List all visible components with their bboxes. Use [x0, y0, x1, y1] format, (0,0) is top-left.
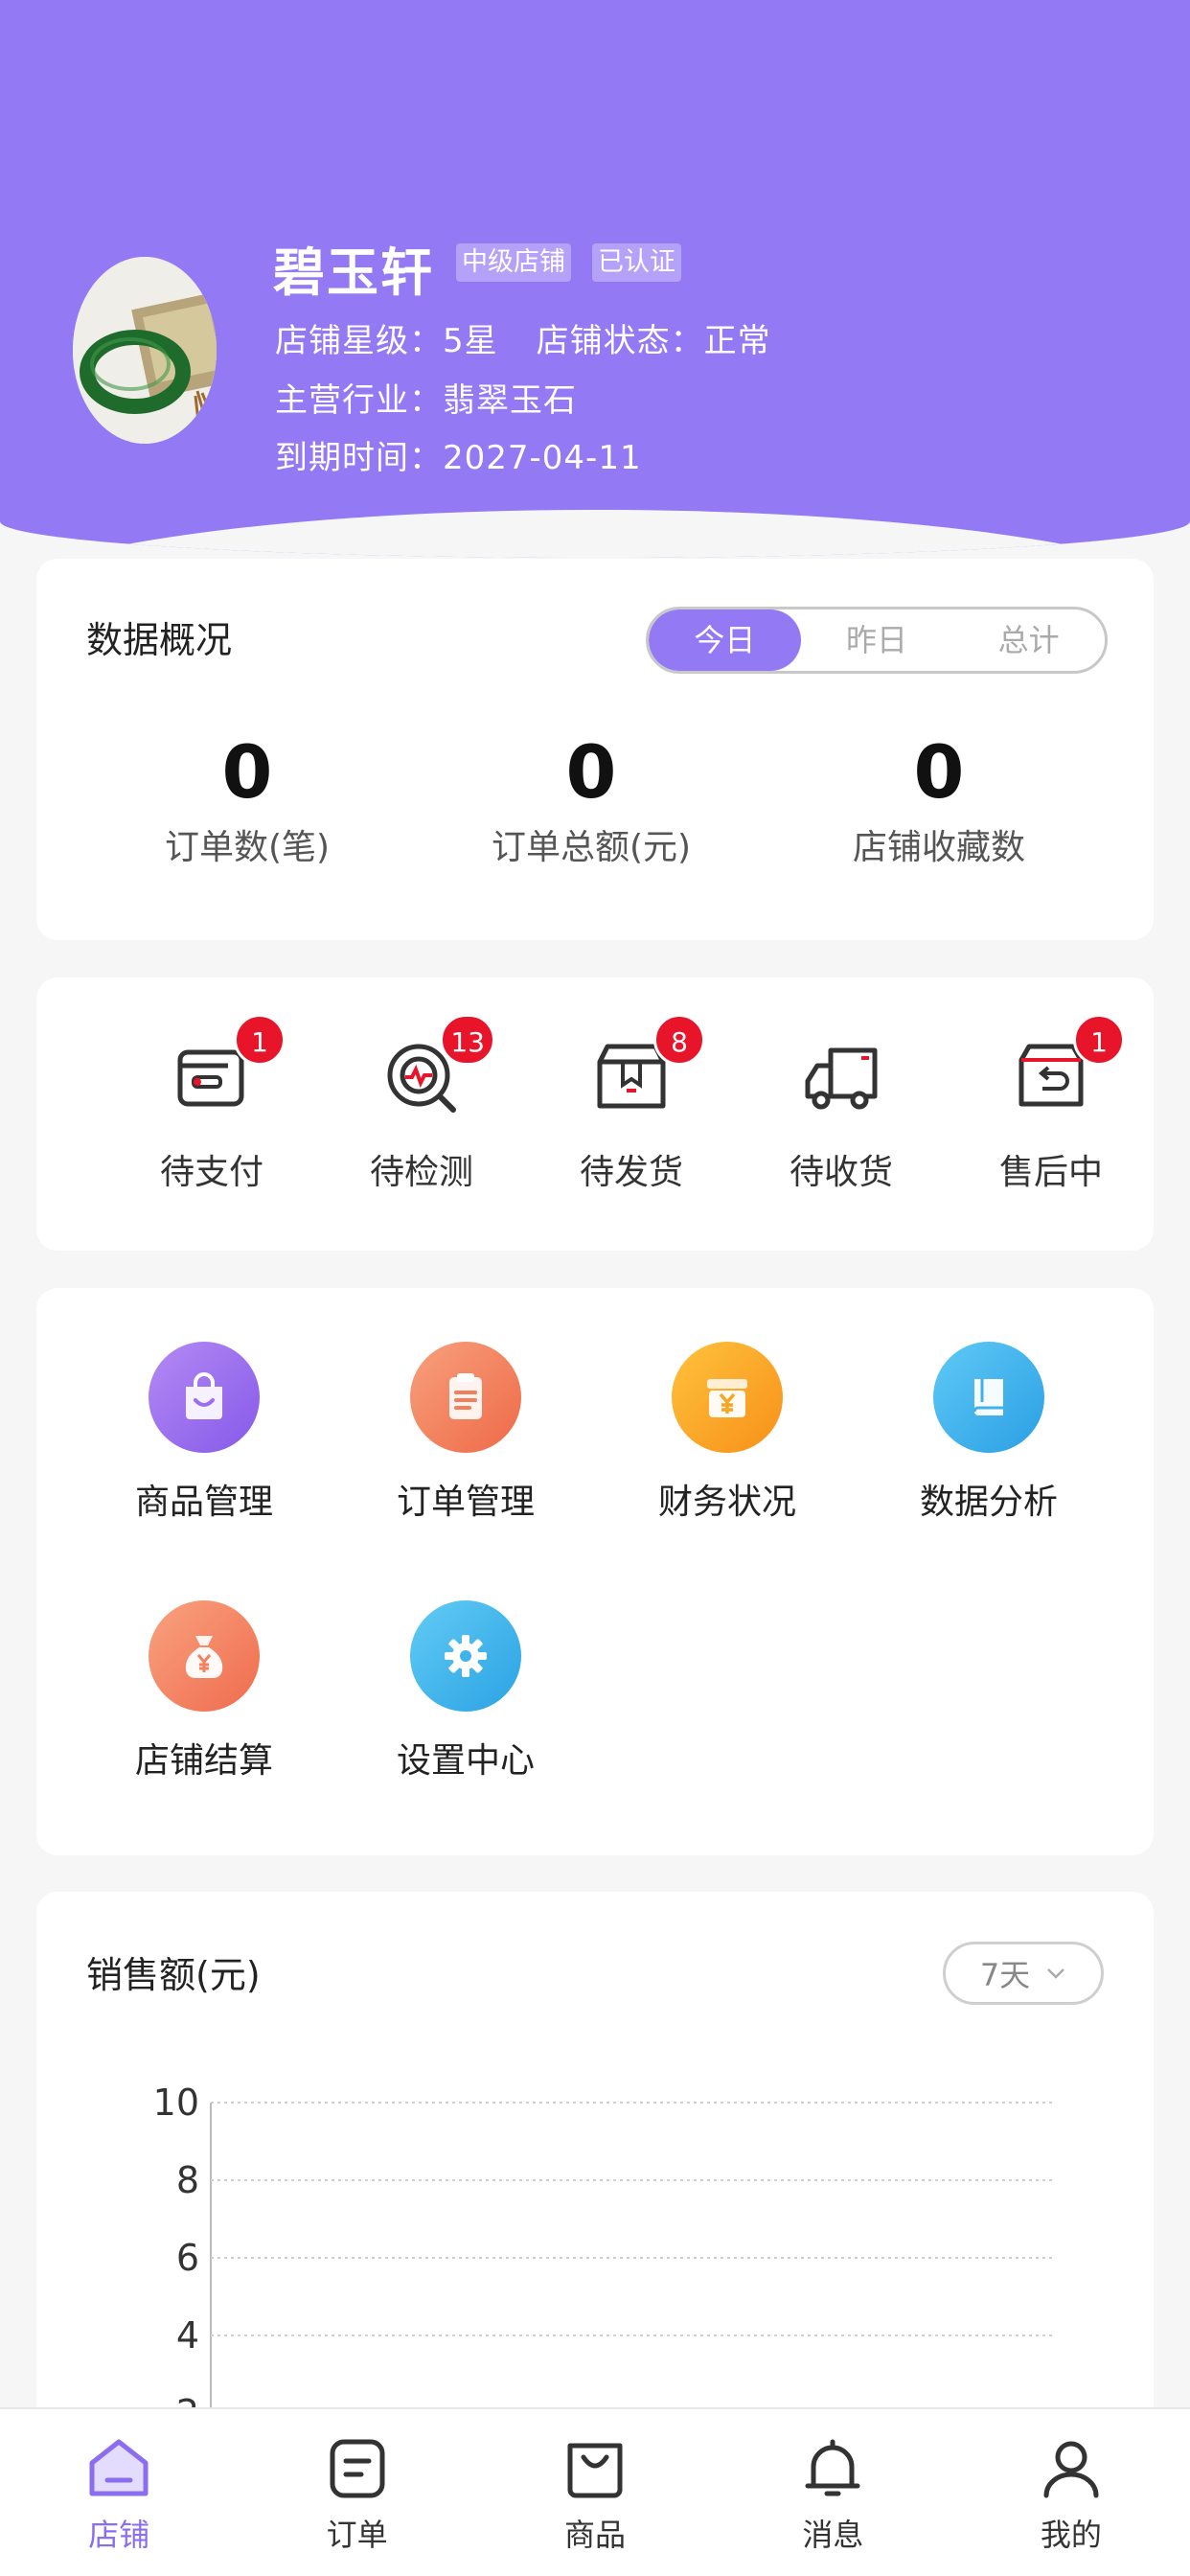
order-status-label: 售后中 — [998, 1153, 1103, 1192]
order-status-label: 待支付 — [159, 1153, 263, 1192]
y-tick-label: 8 — [176, 2159, 199, 2201]
tab-label: 店铺 — [88, 2517, 150, 2553]
stat-value: 0 — [913, 729, 965, 815]
order-status-label: 待发货 — [579, 1153, 683, 1192]
shop-industry-row: 主营行业：翡翠玉石 — [275, 374, 577, 421]
shop-rating-row: 店铺星级：5星 店铺状态：正常 — [275, 314, 771, 361]
order-status-label: 待检测 — [369, 1153, 473, 1192]
tool-shop-settlement[interactable]: 店铺结算 — [84, 1600, 324, 1782]
gear-icon — [445, 1635, 487, 1677]
rating-value: 5星 — [443, 322, 498, 360]
stat-label: 订单数(笔) — [164, 828, 331, 867]
stat-value: 0 — [565, 729, 617, 815]
y-tick-label: 6 — [176, 2237, 199, 2279]
bottom-tab-bar: 店铺 订单 商品 消息 我的 — [0, 2407, 1190, 2576]
shop-expire-row: 到期时间：2027-04-11 — [275, 431, 642, 478]
data-overview-card: 数据概况 今日 昨日 总计 0 订单数(笔) 0 订单总额(元) 0 店铺收藏数 — [36, 559, 1154, 940]
status-value: 正常 — [703, 322, 771, 360]
tab-label: 我的 — [1040, 2517, 1102, 2553]
badge-count: 13 — [440, 1014, 495, 1066]
tool-finance-status[interactable]: 财务状况 — [607, 1342, 847, 1524]
rating-label: 店铺星级： — [275, 322, 443, 360]
tool-label: 店铺结算 — [134, 1741, 273, 1781]
tool-label: 财务状况 — [657, 1483, 796, 1522]
tool-icon-circle — [672, 1342, 783, 1453]
tab-shop[interactable]: 店铺 — [0, 2409, 238, 2576]
expire-value: 2027-04-11 — [443, 439, 642, 477]
money-bag-icon — [185, 1636, 223, 1678]
tab-label: 订单 — [326, 2517, 388, 2553]
tool-icon-circle — [149, 1342, 260, 1453]
bag-icon — [567, 2443, 623, 2498]
stat-order-count: 0 订单数(笔) — [103, 729, 391, 869]
expire-label: 到期时间： — [275, 439, 443, 477]
bell-icon — [805, 2439, 860, 2496]
shop-level-tag: 中级店铺 — [456, 243, 571, 282]
sales-chart: 108642 — [153, 2082, 1052, 2467]
shop-icon — [89, 2439, 149, 2496]
verified-tag: 已认证 — [592, 243, 681, 282]
sales-card: 销售额(元) 7天 108642 — [36, 1892, 1154, 2467]
tab-messages[interactable]: 消息 — [714, 2409, 951, 2576]
book-icon — [973, 1379, 1003, 1415]
truck-icon — [805, 1047, 878, 1110]
order-pending-receipt[interactable]: 待收货 — [736, 1033, 947, 1194]
stat-label: 店铺收藏数 — [852, 828, 1025, 867]
order-status-label: 待收货 — [789, 1153, 893, 1192]
tab-label: 消息 — [802, 2517, 864, 2553]
order-status-card: 1 待支付 13 待检测 8 待发货 待收货 1 售后中 — [36, 978, 1154, 1251]
tab-yesterday[interactable]: 昨日 — [801, 610, 953, 671]
tab-products[interactable]: 商品 — [476, 2409, 714, 2576]
tool-icon-circle — [410, 1600, 521, 1712]
tool-icon-circle — [149, 1600, 260, 1712]
tool-icon-circle — [410, 1342, 521, 1453]
overview-title: 数据概况 — [86, 619, 233, 661]
tool-settings-center[interactable]: 设置中心 — [346, 1600, 585, 1782]
y-tick-label: 4 — [176, 2314, 199, 2357]
jade-bangle-image — [73, 257, 217, 444]
shop-tools-card: 商品管理 订单管理 财务状况 数据分析 店铺结算 设置中心 — [36, 1288, 1154, 1855]
shop-name: 碧玉轩 — [273, 242, 434, 303]
tool-icon-circle — [933, 1342, 1044, 1453]
clipboard-icon — [449, 1373, 482, 1419]
tool-label: 设置中心 — [396, 1741, 535, 1781]
tab-total[interactable]: 总计 — [952, 610, 1105, 671]
order-pending-shipment[interactable]: 8 待发货 — [526, 1014, 737, 1194]
tool-label: 订单管理 — [396, 1483, 535, 1522]
tool-label: 数据分析 — [919, 1483, 1058, 1522]
tab-orders[interactable]: 订单 — [238, 2409, 475, 2576]
stat-order-amount: 0 订单总额(元) — [447, 729, 735, 869]
shop-avatar[interactable] — [73, 257, 217, 444]
order-pending-payment[interactable]: 1 待支付 — [106, 1014, 317, 1194]
user-icon — [1043, 2441, 1099, 2498]
tool-label: 商品管理 — [134, 1483, 273, 1522]
stat-favorites: 0 店铺收藏数 — [795, 729, 1083, 869]
badge-count: 1 — [1073, 1014, 1125, 1066]
shopping-bag-icon — [186, 1372, 222, 1419]
tab-mine[interactable]: 我的 — [952, 2409, 1190, 2576]
industry-value: 翡翠玉石 — [443, 381, 577, 420]
tool-product-management[interactable]: 商品管理 — [84, 1342, 324, 1524]
badge-count: 1 — [234, 1014, 286, 1066]
status-label: 店铺状态： — [536, 322, 704, 360]
header-wave — [0, 510, 1190, 558]
period-switch: 今日 昨日 总计 — [646, 607, 1108, 674]
industry-label: 主营行业： — [275, 381, 443, 420]
y-tick-label: 10 — [153, 2082, 199, 2124]
tab-label: 商品 — [564, 2517, 627, 2553]
tool-order-management[interactable]: 订单管理 — [346, 1342, 585, 1524]
order-pending-inspection[interactable]: 13 待检测 — [316, 1014, 527, 1194]
tool-data-analysis[interactable]: 数据分析 — [869, 1342, 1109, 1524]
yuan-box-icon — [707, 1379, 747, 1417]
stat-value: 0 — [221, 729, 273, 815]
tab-today[interactable]: 今日 — [649, 610, 801, 671]
order-icon — [330, 2439, 385, 2498]
stat-label: 订单总额(元) — [491, 828, 692, 867]
badge-count: 8 — [653, 1014, 705, 1066]
order-after-sales[interactable]: 1 售后中 — [946, 1014, 1156, 1194]
